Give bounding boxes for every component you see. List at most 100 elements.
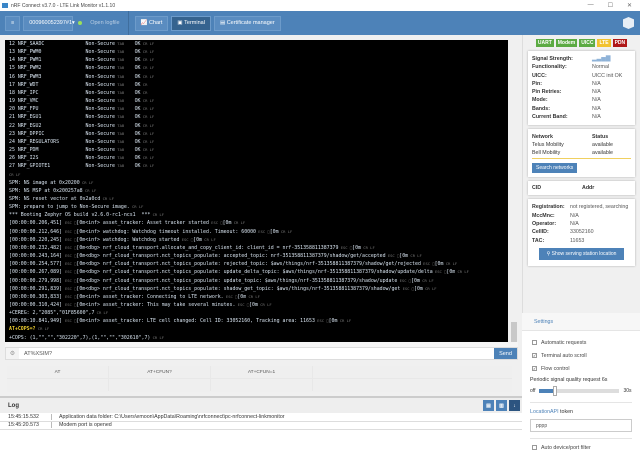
control-char: CR LF xyxy=(9,171,21,177)
slider-track[interactable] xyxy=(539,386,620,396)
control-char: CR LF xyxy=(35,326,50,332)
automatic-requests-checkbox[interactable]: Automatic requests xyxy=(522,336,640,349)
show-location-button[interactable]: ⚲ Show serving station location xyxy=(538,247,625,260)
clear-log-button[interactable]: ▥ xyxy=(496,400,507,411)
quick-command-empty[interactable] xyxy=(313,379,512,392)
control-char: ESC □ xyxy=(64,244,77,250)
terminal-text: 23 NRF_DPPIC Non-Secure xyxy=(9,130,115,137)
maximize-button[interactable]: ☐ xyxy=(608,2,613,9)
terminal-line: 23 NRF_DPPIC Non-Secure TAB OK CR LF xyxy=(9,130,504,138)
control-char: CR LF xyxy=(94,310,109,316)
slider-handle[interactable] xyxy=(553,386,558,396)
terminal-text: [0m<inf> watchdog: Watchdog timeout inst… xyxy=(76,228,256,235)
control-char: TAB xyxy=(115,122,129,128)
periodic-slider[interactable]: off 30s xyxy=(522,386,640,396)
info-key: CellID: xyxy=(532,229,549,236)
control-char: TAB xyxy=(115,89,129,95)
quick-command-cfun-query[interactable]: AT+CFUN? xyxy=(109,366,210,378)
control-char: CR LF xyxy=(443,261,458,267)
tab-cert-label: Certificate manager xyxy=(226,20,275,26)
terminal-text: OK xyxy=(128,49,141,56)
send-button[interactable]: Send xyxy=(494,348,517,359)
terminal-text: SPM: NS image at 0x20200 xyxy=(9,179,80,186)
auto-port-filter-checkbox[interactable]: Auto device/port filter xyxy=(522,441,640,454)
tab-terminal[interactable]: ▣ Terminal xyxy=(171,15,211,31)
terminal-text: [0m<dbg> nrf_cloud_transport.allocate_an… xyxy=(76,244,339,251)
quick-command-empty[interactable] xyxy=(7,379,108,392)
terminal-line: [00:00:00.232,482] ESC □[0m<dbg> nrf_clo… xyxy=(9,244,504,252)
terminal-scrollbar[interactable] xyxy=(510,40,518,342)
terminal-line: +CEREG: 2,"2085","01F85600",7 CR LF xyxy=(9,309,504,317)
flow-control-checkbox[interactable]: ✓ Flow control xyxy=(522,362,640,375)
control-char: CR LF xyxy=(140,130,155,136)
checkbox-label: Automatic requests xyxy=(541,339,587,346)
terminal-text: [00:00:00.267,089] xyxy=(9,269,65,276)
quick-command-empty[interactable] xyxy=(109,379,210,392)
control-char: ESC □ xyxy=(179,236,194,242)
quick-command-at[interactable]: AT xyxy=(7,366,108,378)
quick-command-empty[interactable] xyxy=(313,366,512,378)
close-button[interactable]: ✕ xyxy=(627,2,632,9)
network-name: Bell Mobility xyxy=(532,150,561,157)
log-entry: 15:45:20.573 Modem port is opened xyxy=(0,422,522,430)
control-char: ESC □ xyxy=(64,261,77,267)
tab-chart[interactable]: 📈 Chart xyxy=(134,15,169,31)
control-char: ESC □ xyxy=(432,269,447,275)
info-value: N/A xyxy=(592,114,601,121)
info-key: Registration: xyxy=(532,204,565,211)
info-value: N/A xyxy=(592,89,601,96)
terminal-line: *** Booting Zephyr OS build v2.6.0-rc1-n… xyxy=(9,211,504,219)
control-char: TAB xyxy=(115,41,129,46)
settings-icon[interactable]: ⚙ xyxy=(6,348,19,359)
open-log-folder-button[interactable]: ▤ xyxy=(483,400,494,411)
slider-min-label: off xyxy=(530,388,536,394)
info-value: 33052160 xyxy=(570,229,594,236)
terminal-text: [00:00:00.220,245] xyxy=(9,236,65,243)
command-input[interactable]: AT%XSIM? xyxy=(19,348,494,359)
network-status: available xyxy=(592,150,613,157)
control-char: ESC □ xyxy=(385,253,400,259)
terminal-line: 21 NRF_EGU1 Non-Secure TAB OK CR LF xyxy=(9,113,504,121)
control-char: CR LF xyxy=(140,106,155,112)
checkbox-label: Terminal auto scroll xyxy=(541,352,587,359)
search-networks-button[interactable]: Search networks xyxy=(532,163,578,174)
terminal-auto-scroll-checkbox[interactable]: ✓ Terminal auto scroll xyxy=(522,349,640,362)
tab-certificate-manager[interactable]: ▤ Certificate manager xyxy=(213,15,281,31)
control-char: ESC □ xyxy=(256,228,270,234)
quick-command-cfun-1[interactable]: AT+CFUN=1 xyxy=(211,366,312,378)
terminal-line: 24 NRF_REGULATORS Non-Secure TAB OK CR L… xyxy=(9,138,504,146)
control-char: CR LF xyxy=(408,253,422,259)
control-char: CR LF xyxy=(246,293,260,299)
info-row: TAC: 11653 xyxy=(532,237,631,245)
nordic-logo xyxy=(623,17,634,29)
terminal-text: OK xyxy=(128,163,141,170)
terminal-text: [0m<inf> asset_tracker: Asset tracker st… xyxy=(76,220,209,227)
terminal-text: [00:00:00.303,833] xyxy=(9,293,65,300)
control-char: TAB xyxy=(115,73,129,79)
quick-command-empty[interactable] xyxy=(211,379,312,392)
log-message: Modem port is opened xyxy=(59,422,112,429)
info-key: Pin Retries: xyxy=(532,89,562,96)
token-input[interactable]: pppp xyxy=(530,419,632,432)
terminal-line: +COPS: (1,"","","302220",7),(1,"","","30… xyxy=(9,334,504,342)
menu-button[interactable]: ≡ xyxy=(5,15,21,31)
control-char: ESC □ xyxy=(64,253,77,259)
info-row: Signal Strength: ▂▃▅▇ xyxy=(532,55,631,63)
autoscroll-log-button[interactable]: ↓ xyxy=(509,400,520,411)
control-char: ESC □ xyxy=(400,285,414,291)
info-key: Bands: xyxy=(532,105,550,112)
info-key: Operator: xyxy=(532,220,557,227)
scrollbar-thumb[interactable] xyxy=(511,322,517,342)
terminal-text: [0m<dbg> nrf_cloud_transport.nct_topics_… xyxy=(76,253,386,260)
minimize-button[interactable]: — xyxy=(588,2,594,9)
terminal-output[interactable]: 12 NRF_SAADC Non-Secure TAB OK CR LF 13 N… xyxy=(5,40,508,342)
info-key: Pin: xyxy=(532,80,543,87)
badge-pdn: PDN xyxy=(612,39,628,47)
open-logfile-button[interactable]: Open logfile xyxy=(85,16,124,31)
status-header: Status xyxy=(592,134,609,141)
terminal-line: [00:00:00.220,245] ESC □[0m<inf> watchdo… xyxy=(9,236,504,244)
info-value: 11653 xyxy=(570,237,585,244)
control-char: ESC □ xyxy=(208,220,223,226)
location-api-link[interactable]: LocationAPI xyxy=(530,409,559,415)
device-selector[interactable]: 000960052397#1 ▾ xyxy=(23,15,75,31)
